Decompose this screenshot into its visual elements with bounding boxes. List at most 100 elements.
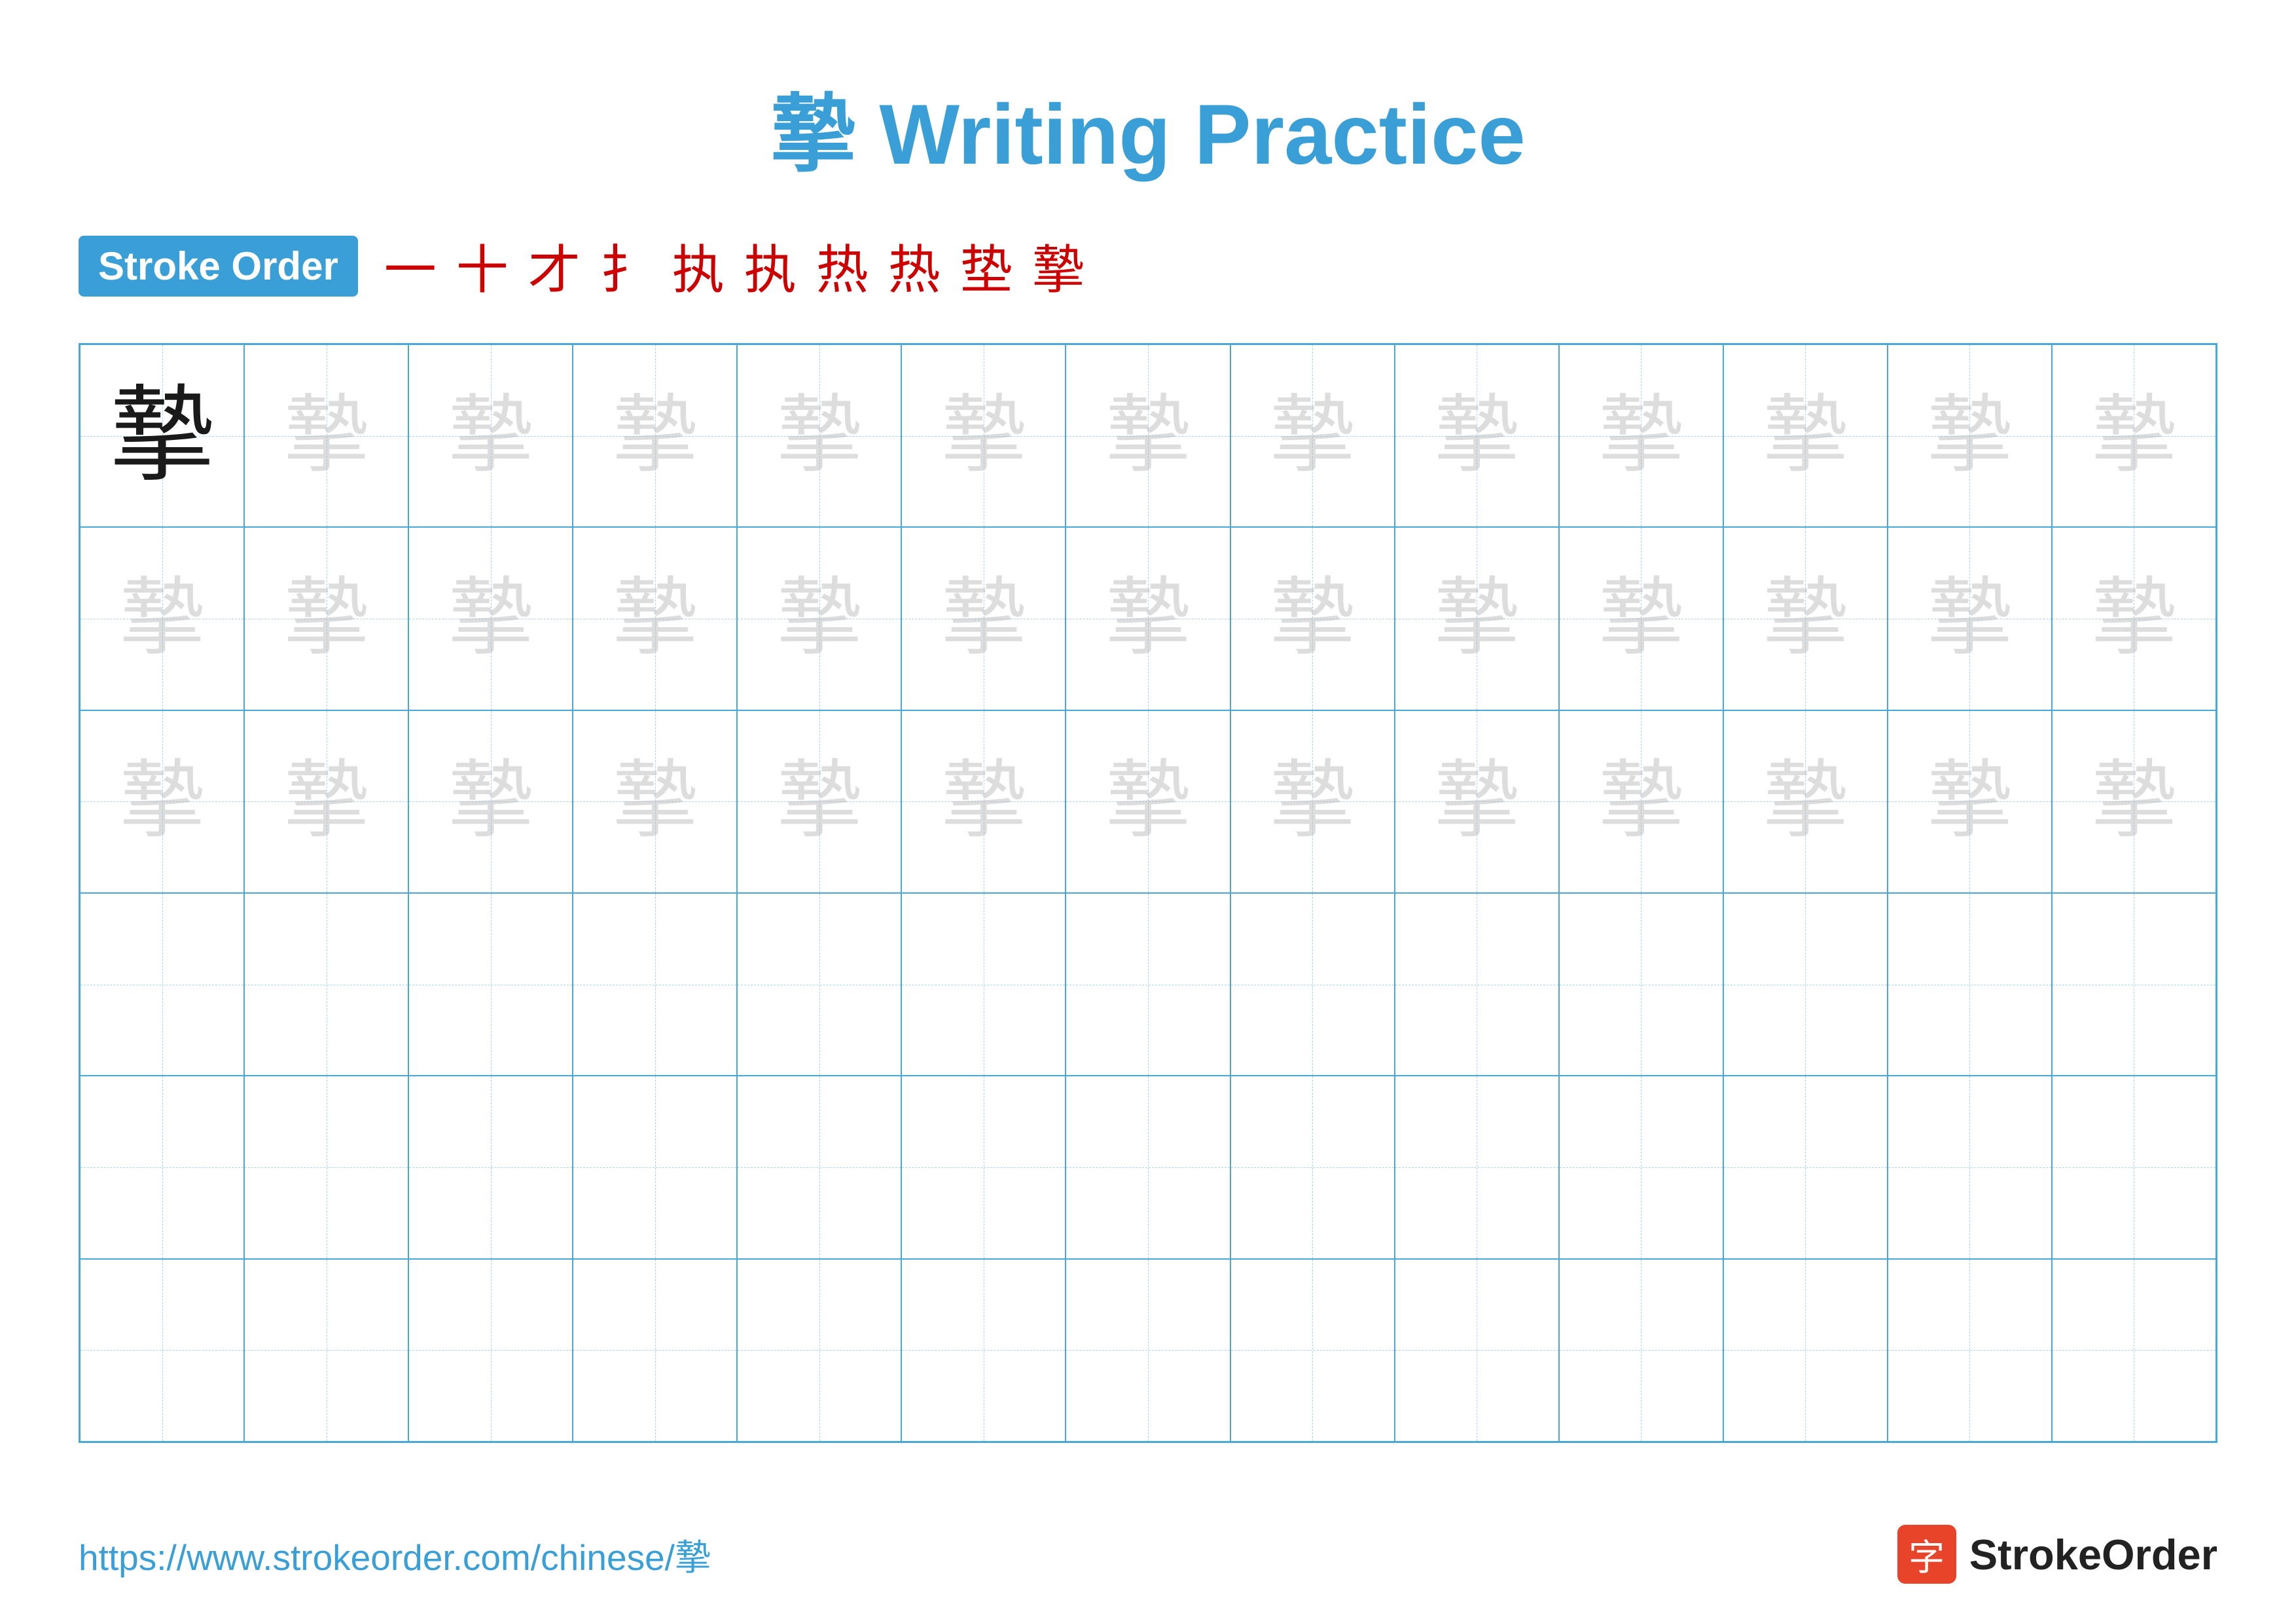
grid-cell[interactable]: 摯 xyxy=(1230,344,1395,527)
grid-cell[interactable]: 摯 xyxy=(408,344,573,527)
grid-cell[interactable]: 摯 xyxy=(1723,527,1888,710)
grid-cell[interactable] xyxy=(1230,1259,1395,1442)
grid-cell[interactable] xyxy=(1395,1259,1559,1442)
grid-cell[interactable] xyxy=(1723,1259,1888,1442)
grid-cell[interactable]: 摯 xyxy=(901,710,1066,893)
stroke-step-7: 热 xyxy=(888,228,941,304)
char-ghost: 摯 xyxy=(941,759,1026,844)
grid-cell[interactable] xyxy=(244,893,408,1076)
grid-cell[interactable] xyxy=(1559,1259,1723,1442)
footer-url: https://www.strokeorder.com/chinese/摯 xyxy=(79,1528,711,1580)
stroke-steps: 一十才扌执执热热垫摯 xyxy=(384,228,1085,304)
grid-cell[interactable] xyxy=(408,893,573,1076)
grid-cell[interactable] xyxy=(244,1076,408,1258)
grid-cell[interactable]: 摯 xyxy=(1066,344,1230,527)
grid-cell[interactable]: 摯 xyxy=(1559,710,1723,893)
grid-cell[interactable] xyxy=(573,1076,737,1258)
page: 摯 Writing Practice Stroke Order 一十才扌执执热热… xyxy=(0,0,2296,1623)
grid-cell[interactable]: 摯 xyxy=(80,344,244,527)
grid-cell[interactable] xyxy=(1230,1076,1395,1258)
grid-cell[interactable] xyxy=(901,893,1066,1076)
grid-cell[interactable]: 摯 xyxy=(1230,527,1395,710)
grid-cell[interactable]: 摯 xyxy=(244,527,408,710)
grid-cell[interactable]: 摯 xyxy=(1888,710,2052,893)
grid-cell[interactable]: 摯 xyxy=(408,710,573,893)
grid-cell[interactable] xyxy=(80,1076,244,1258)
grid-cell[interactable] xyxy=(1559,1076,1723,1258)
char-ghost: 摯 xyxy=(448,759,533,844)
char-ghost: 摯 xyxy=(448,393,533,479)
grid-cell[interactable] xyxy=(408,1259,573,1442)
grid-cell[interactable]: 摯 xyxy=(1888,344,2052,527)
grid-cell[interactable]: 摯 xyxy=(901,344,1066,527)
grid-cell[interactable] xyxy=(1395,1076,1559,1258)
grid-cell[interactable]: 摯 xyxy=(1723,344,1888,527)
grid-cell[interactable] xyxy=(2052,1259,2216,1442)
char-ghost: 摯 xyxy=(1270,576,1355,661)
grid-cell[interactable] xyxy=(1888,1076,2052,1258)
grid-cell[interactable]: 摯 xyxy=(1723,710,1888,893)
grid-cell[interactable]: 摯 xyxy=(737,344,901,527)
char-ghost: 摯 xyxy=(2091,393,2176,479)
grid-cell[interactable]: 摯 xyxy=(2052,710,2216,893)
grid-cell[interactable]: 摯 xyxy=(1395,527,1559,710)
stroke-order-badge: Stroke Order xyxy=(79,236,358,297)
grid-cell[interactable] xyxy=(901,1259,1066,1442)
grid-cell[interactable]: 摯 xyxy=(573,344,737,527)
grid-cell[interactable] xyxy=(737,1259,901,1442)
grid-cell[interactable]: 摯 xyxy=(573,527,737,710)
grid-cell[interactable]: 摯 xyxy=(1395,344,1559,527)
grid-cell[interactable]: 摯 xyxy=(737,527,901,710)
grid-cell[interactable]: 摯 xyxy=(737,710,901,893)
grid-cell[interactable] xyxy=(1230,893,1395,1076)
grid-cell[interactable]: 摯 xyxy=(1066,710,1230,893)
grid-cell[interactable] xyxy=(1723,1076,1888,1258)
grid-cell[interactable] xyxy=(244,1259,408,1442)
stroke-step-1: 十 xyxy=(456,228,509,304)
stroke-step-0: 一 xyxy=(384,228,437,304)
grid-cell[interactable] xyxy=(408,1076,573,1258)
char-ghost: 摯 xyxy=(1763,576,1848,661)
grid-cell[interactable]: 摯 xyxy=(244,710,408,893)
grid-cell[interactable] xyxy=(1888,893,2052,1076)
grid-cell[interactable] xyxy=(737,893,901,1076)
stroke-step-9: 摯 xyxy=(1032,228,1085,304)
grid-cell[interactable]: 摯 xyxy=(1559,527,1723,710)
grid-cell[interactable] xyxy=(737,1076,901,1258)
grid-cell[interactable]: 摯 xyxy=(1230,710,1395,893)
grid-cell[interactable] xyxy=(1066,893,1230,1076)
footer-logo: 字 StrokeOrder xyxy=(1897,1525,2217,1584)
char-ghost: 摯 xyxy=(941,576,1026,661)
grid-cell[interactable] xyxy=(1888,1259,2052,1442)
grid-cell[interactable]: 摯 xyxy=(244,344,408,527)
char-ghost: 摯 xyxy=(613,393,698,479)
grid-cell[interactable]: 摯 xyxy=(1395,710,1559,893)
grid-cell[interactable]: 摯 xyxy=(1066,527,1230,710)
grid-cell[interactable] xyxy=(1066,1259,1230,1442)
char-ghost: 摯 xyxy=(448,576,533,661)
grid-cell[interactable] xyxy=(1723,893,1888,1076)
char-ghost: 摯 xyxy=(1598,576,1683,661)
footer-logo-icon: 字 xyxy=(1897,1525,1956,1584)
grid-cell[interactable] xyxy=(901,1076,1066,1258)
grid-cell[interactable] xyxy=(573,1259,737,1442)
char-ghost: 摯 xyxy=(1270,759,1355,844)
grid-cell[interactable]: 摯 xyxy=(2052,527,2216,710)
grid-cell[interactable] xyxy=(1559,893,1723,1076)
grid-cell[interactable] xyxy=(1395,893,1559,1076)
grid-cell[interactable] xyxy=(573,893,737,1076)
grid-cell[interactable] xyxy=(2052,893,2216,1076)
grid-cell[interactable]: 摯 xyxy=(1559,344,1723,527)
grid-cell[interactable] xyxy=(80,1259,244,1442)
grid-cell[interactable] xyxy=(2052,1076,2216,1258)
grid-cell[interactable] xyxy=(1066,1076,1230,1258)
grid-cell[interactable] xyxy=(80,893,244,1076)
char-ghost: 摯 xyxy=(1927,393,2012,479)
grid-cell[interactable]: 摯 xyxy=(901,527,1066,710)
grid-cell[interactable]: 摯 xyxy=(80,527,244,710)
grid-cell[interactable]: 摯 xyxy=(408,527,573,710)
grid-cell[interactable]: 摯 xyxy=(1888,527,2052,710)
grid-cell[interactable]: 摯 xyxy=(80,710,244,893)
grid-cell[interactable]: 摯 xyxy=(573,710,737,893)
grid-cell[interactable]: 摯 xyxy=(2052,344,2216,527)
